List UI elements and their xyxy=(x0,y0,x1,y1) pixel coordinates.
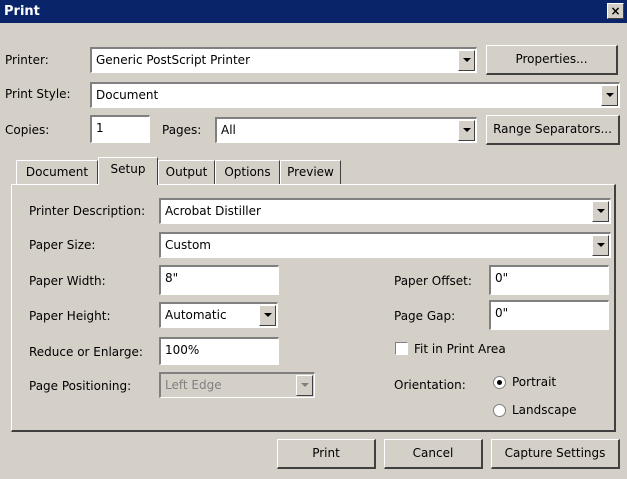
range-separators-button[interactable]: Range Separators... xyxy=(486,115,620,145)
paper-size-value: Custom xyxy=(165,238,211,252)
paper-size-label: Paper Size: xyxy=(29,238,96,252)
printer-description-label: Printer Description: xyxy=(29,204,146,218)
paper-width-input[interactable]: 8" xyxy=(159,265,279,295)
paper-height-label: Paper Height: xyxy=(29,309,111,323)
chevron-down-icon[interactable] xyxy=(458,50,475,71)
printer-description-value: Acrobat Distiller xyxy=(165,204,261,218)
page-gap-label: Page Gap: xyxy=(394,309,456,323)
tab-output[interactable]: Output xyxy=(158,160,215,184)
tab-preview[interactable]: Preview xyxy=(280,160,341,184)
pages-value: All xyxy=(221,123,236,137)
paper-size-select[interactable]: Custom xyxy=(159,232,611,258)
page-positioning-select[interactable]: Left Edge xyxy=(159,372,315,398)
window-title: Print xyxy=(4,4,40,19)
reduce-enlarge-label: Reduce or Enlarge: xyxy=(29,345,143,359)
landscape-label: Landscape xyxy=(512,403,577,417)
chevron-down-icon[interactable] xyxy=(592,201,609,222)
fit-in-print-area-label: Fit in Print Area xyxy=(414,342,506,356)
printer-select[interactable]: Generic PostScript Printer xyxy=(90,47,477,73)
copies-label: Copies: xyxy=(5,123,50,137)
paper-width-label: Paper Width: xyxy=(29,274,106,288)
paper-offset-input[interactable]: 0" xyxy=(489,265,609,295)
capture-settings-button[interactable]: Capture Settings xyxy=(491,439,620,469)
chevron-down-icon[interactable] xyxy=(592,235,609,256)
chevron-down-icon[interactable] xyxy=(601,85,618,106)
print-dialog: Print × Printer: Generic PostScript Prin… xyxy=(0,0,627,479)
chevron-down-icon[interactable] xyxy=(296,375,313,396)
pages-label: Pages: xyxy=(162,123,202,137)
page-gap-input[interactable]: 0" xyxy=(489,300,609,330)
chevron-down-icon[interactable] xyxy=(458,120,475,141)
portrait-radio[interactable] xyxy=(493,376,506,389)
print-style-label: Print Style: xyxy=(5,87,71,101)
page-positioning-value: Left Edge xyxy=(165,378,222,392)
fit-in-print-area-checkbox[interactable] xyxy=(395,342,408,355)
copies-input[interactable]: 1 xyxy=(90,115,150,143)
printer-label: Printer: xyxy=(5,53,49,67)
paper-height-select[interactable]: Automatic xyxy=(159,302,278,328)
title-bar: Print × xyxy=(0,0,627,23)
page-gap-value: 0" xyxy=(495,306,509,320)
radio-selected-dot xyxy=(497,380,502,385)
copies-value: 1 xyxy=(96,121,104,135)
landscape-radio[interactable] xyxy=(493,404,506,417)
page-positioning-label: Page Positioning: xyxy=(29,379,132,393)
chevron-down-icon[interactable] xyxy=(259,305,276,326)
cancel-button[interactable]: Cancel xyxy=(384,439,483,469)
paper-height-value: Automatic xyxy=(165,308,227,322)
printer-description-select[interactable]: Acrobat Distiller xyxy=(159,198,611,224)
setup-panel: Printer Description: Acrobat Distiller P… xyxy=(11,184,616,432)
print-style-select[interactable]: Document xyxy=(90,82,620,108)
print-style-value: Document xyxy=(96,88,159,102)
orientation-label: Orientation: xyxy=(394,378,466,392)
properties-button[interactable]: Properties... xyxy=(486,45,618,75)
portrait-label: Portrait xyxy=(512,375,557,389)
paper-offset-label: Paper Offset: xyxy=(394,274,472,288)
pages-select[interactable]: All xyxy=(215,117,477,143)
reduce-enlarge-value: 100% xyxy=(165,343,200,357)
printer-value: Generic PostScript Printer xyxy=(96,53,250,67)
tab-document[interactable]: Document xyxy=(16,160,98,184)
tab-setup[interactable]: Setup xyxy=(98,157,158,185)
print-button[interactable]: Print xyxy=(277,439,376,469)
paper-offset-value: 0" xyxy=(495,271,509,285)
close-icon[interactable]: × xyxy=(607,3,624,19)
reduce-enlarge-input[interactable]: 100% xyxy=(159,337,279,365)
paper-width-value: 8" xyxy=(165,271,179,285)
tab-options[interactable]: Options xyxy=(215,160,280,184)
